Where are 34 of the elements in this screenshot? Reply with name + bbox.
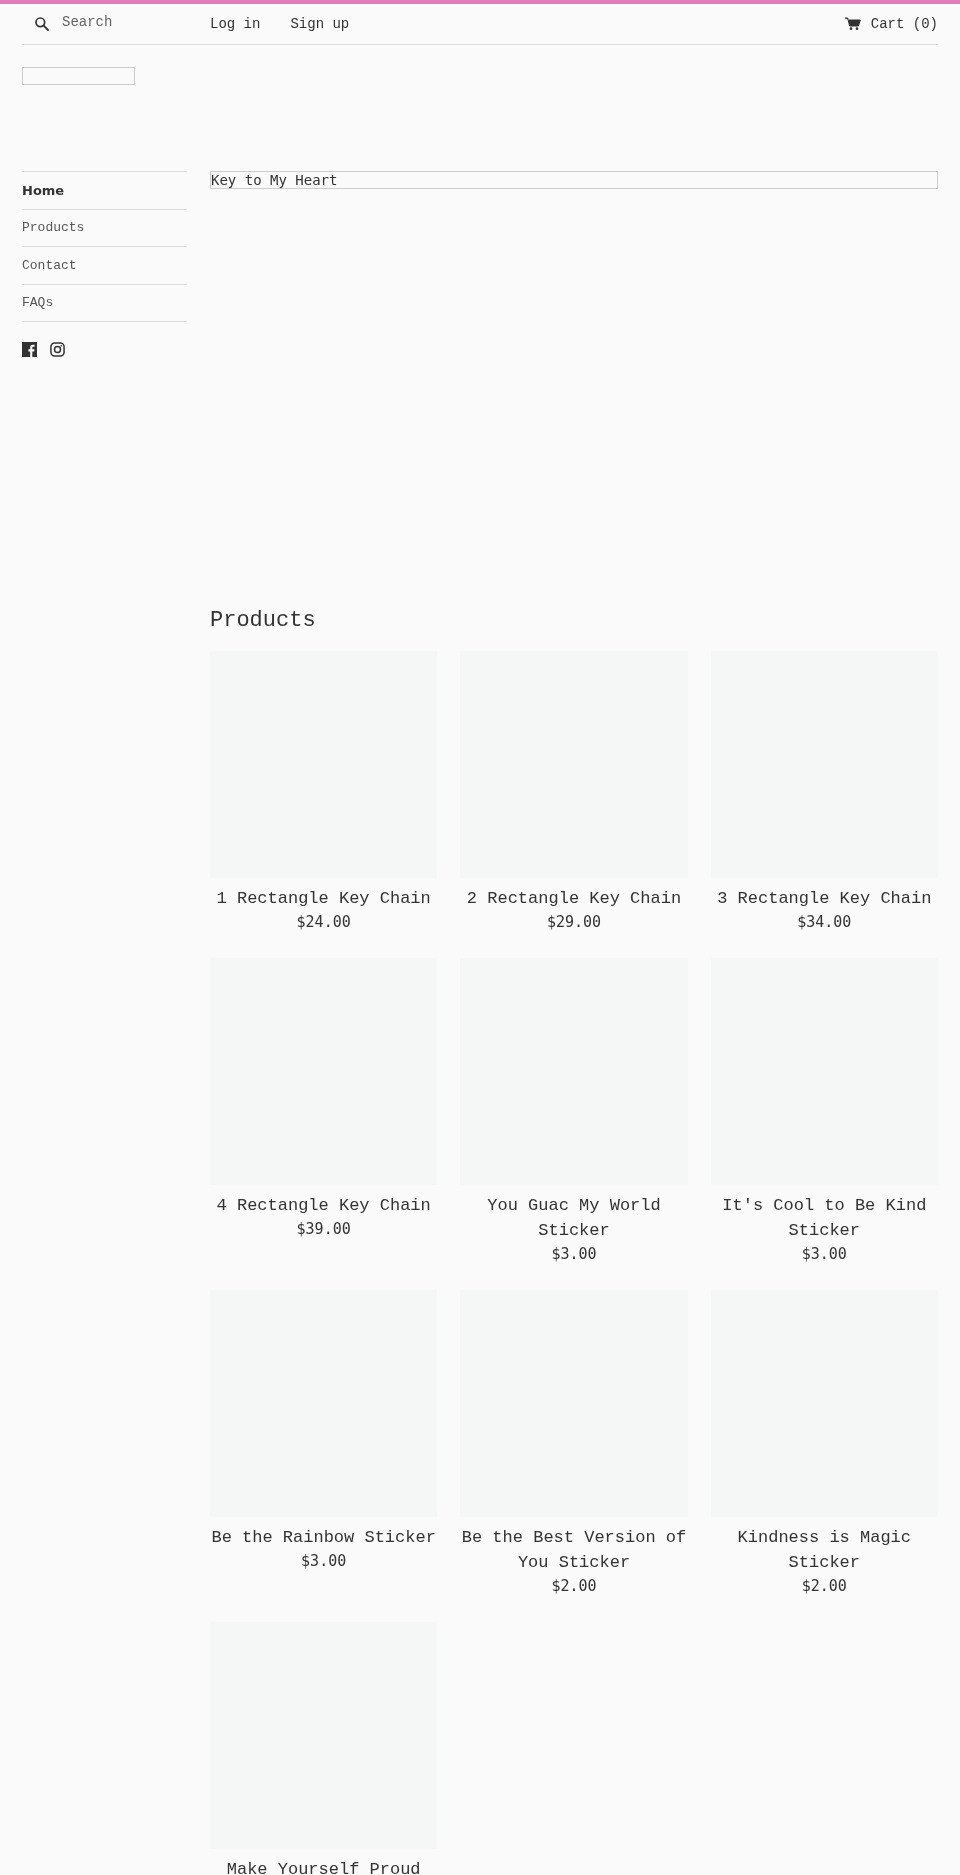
header-link[interactable]: Log in [210,13,261,35]
product-title[interactable]: Kindness is Magic Sticker [710,1525,938,1575]
sidebar-link[interactable]: Contact [22,247,187,285]
header-link[interactable]: Sign up [290,13,350,35]
search-icon[interactable] [34,16,50,32]
logo-placeholder[interactable] [22,67,135,85]
product-price: $3.00 [801,1244,847,1265]
product-title[interactable]: 4 Rectangle Key Chain [216,1193,431,1218]
cart-link[interactable]: Cart (0) [844,13,938,35]
facebook-icon[interactable] [22,342,37,357]
product-title[interactable]: It's Cool to Be Kind Sticker [710,1193,938,1243]
sidebar-link[interactable]: Products [22,209,187,247]
search-field[interactable]: Search [62,12,202,33]
product-title[interactable]: 3 Rectangle Key Chain [717,886,932,911]
sidebar-link[interactable]: Home [22,172,187,210]
product-title[interactable]: You Guac My World Sticker [460,1193,688,1243]
cart-icon [844,17,861,31]
product-price: $24.00 [296,912,351,933]
product-price: $29.00 [546,912,602,933]
product-price: $3.00 [551,1244,597,1265]
product-title[interactable]: 2 Rectangle Key Chain [466,886,682,911]
featured-title: Key to My Heart [210,171,938,189]
product-title[interactable]: Be the Best Version of You Sticker [460,1525,688,1575]
product-price: $2.00 [801,1576,847,1597]
product-price: $34.00 [797,912,852,933]
product-title[interactable]: Be the Rainbow Sticker [211,1525,436,1550]
product-title[interactable]: 1 Rectangle Key Chain [216,886,431,911]
product-price: $39.00 [296,1219,351,1240]
section-heading: Products [210,607,317,635]
product-title[interactable]: Make Yourself Proud [226,1857,421,1875]
product-price: $3.00 [301,1551,347,1572]
product-price: $2.00 [551,1576,597,1597]
instagram-icon[interactable] [50,342,65,357]
sidebar-link[interactable]: FAQs [22,284,187,322]
